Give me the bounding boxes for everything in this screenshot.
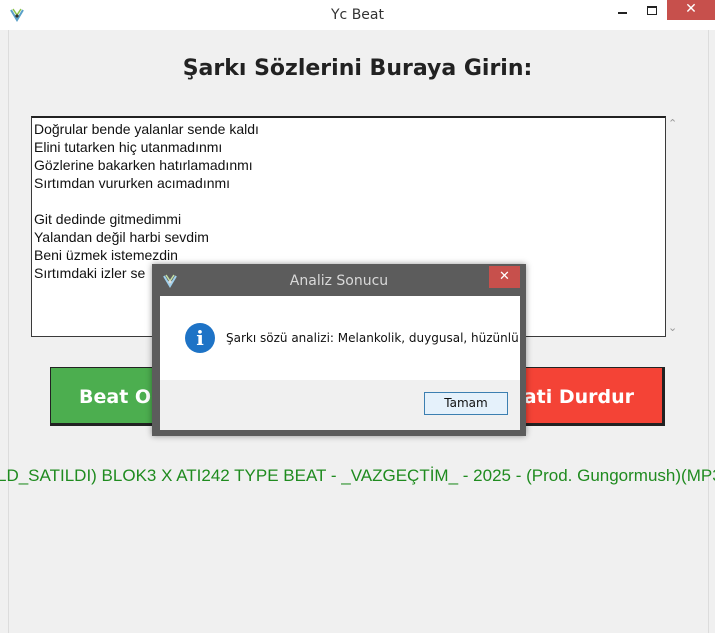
lyric-line: Beni üzmek istemezdin <box>34 247 178 263</box>
close-icon: ✕ <box>685 1 697 17</box>
analysis-dialog: Analiz Sonucu ✕ i Şarkı sözü analizi: Me… <box>152 264 526 436</box>
info-icon: i <box>185 323 215 353</box>
close-button[interactable]: ✕ <box>667 0 715 20</box>
lyric-line: Git dedinde gitmedimmi <box>34 211 182 227</box>
lyric-line: Yalandan değil harbi sevdim <box>34 229 209 245</box>
dialog-body: i Şarkı sözü analizi: Melankolik, duygus… <box>160 296 520 380</box>
scroll-down-icon[interactable]: ⌄ <box>668 321 677 334</box>
dialog-title: Analiz Sonucu <box>289 273 389 289</box>
scroll-up-icon[interactable]: ⌃ <box>668 117 677 130</box>
now-playing-marquee: LD_SATILDI) BLOK3 X ATI242 TYPE BEAT - _… <box>0 466 715 486</box>
lyric-line: Elini tutarken hiç utanmadınmı <box>34 139 223 155</box>
lyric-line <box>32 192 665 210</box>
ok-button[interactable]: Tamam <box>424 392 508 415</box>
dialog-footer: Tamam <box>160 380 520 430</box>
dialog-close-button[interactable]: ✕ <box>489 266 520 288</box>
title-bar: Yc Beat ✕ <box>0 0 715 30</box>
dialog-message: Şarkı sözü analizi: Melankolik, duygusal… <box>226 331 519 345</box>
lyric-line: Sırtımdan vururken acımadınmı <box>34 175 231 191</box>
page-title: Şarkı Sözlerini Buraya Girin: <box>182 56 533 81</box>
maximize-button[interactable] <box>637 0 667 20</box>
lyric-line: Doğrular bende yalanlar sende kaldı <box>34 121 259 137</box>
lyric-line: Gözlerine bakarken hatırlamadınmı <box>34 157 253 173</box>
now-playing-text: LD_SATILDI) BLOK3 X ATI242 TYPE BEAT - _… <box>0 466 715 485</box>
minimize-button[interactable] <box>607 0 637 20</box>
